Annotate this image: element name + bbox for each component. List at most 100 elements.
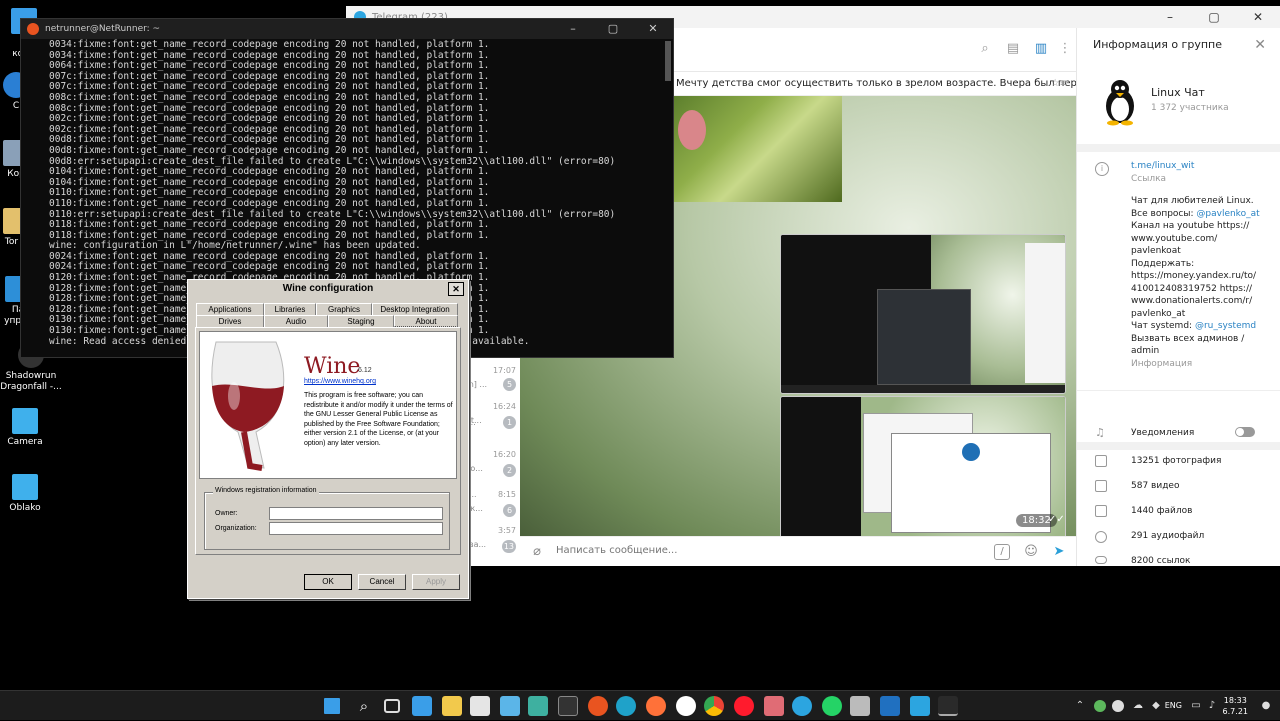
screenshot-thumbnail[interactable] xyxy=(780,396,1066,556)
unread-badge: 5 xyxy=(503,378,516,391)
ok-button[interactable]: OK xyxy=(304,574,352,590)
terminal-line: 00d8:fixme:font:get_name_record_codepage… xyxy=(49,144,490,156)
attach-icon[interactable]: ⌀ xyxy=(528,543,546,561)
tab-applications[interactable]: Applications xyxy=(196,303,264,315)
ubuntu-icon[interactable] xyxy=(588,696,608,716)
notifications-icon[interactable]: ● xyxy=(1260,700,1272,712)
search-icon[interactable]: ⌕ xyxy=(354,696,374,716)
tab-drives[interactable]: Drives xyxy=(196,315,264,327)
command-icon[interactable]: / xyxy=(994,544,1010,560)
desktop-icon-camera[interactable]: Camera xyxy=(0,408,55,448)
cancel-button[interactable]: Cancel xyxy=(358,574,406,590)
wine-glass-logo-icon xyxy=(211,341,285,471)
chrome-icon[interactable] xyxy=(704,696,724,716)
desktop-icon-oblako[interactable]: Oblako xyxy=(0,474,55,514)
mention-link[interactable]: @pavlenko_at xyxy=(1196,209,1259,219)
terminal-scrollbar[interactable] xyxy=(665,41,671,81)
unread-badge: 13 xyxy=(501,540,516,553)
avatar[interactable] xyxy=(1095,76,1145,126)
tab-libraries[interactable]: Libraries xyxy=(264,303,316,315)
notifications-toggle[interactable] xyxy=(1235,427,1255,437)
more-icon[interactable]: ⋮ xyxy=(1056,40,1074,58)
minimize-icon[interactable]: – xyxy=(1148,6,1192,28)
app-tray-icon[interactable] xyxy=(1094,700,1106,712)
group-link[interactable]: t.me/linux_wit xyxy=(1131,160,1271,173)
media-videos[interactable]: 587 видео xyxy=(1131,481,1179,491)
media-audio[interactable]: 291 аудиофайл xyxy=(1131,531,1204,541)
task-view-icon[interactable] xyxy=(384,699,400,713)
owner-field[interactable] xyxy=(269,507,443,520)
store-icon[interactable] xyxy=(470,696,490,716)
minimize-icon[interactable]: – xyxy=(553,19,593,39)
tab-desktop-integration[interactable]: Desktop Integration xyxy=(372,303,458,315)
language-indicator[interactable]: ENG xyxy=(1165,701,1182,710)
emoji-icon[interactable]: ☺ xyxy=(1022,543,1040,561)
chat-time: 17:07 xyxy=(492,366,516,375)
mention-link[interactable]: @ru_systemd xyxy=(1195,321,1256,331)
app-icon[interactable] xyxy=(764,696,784,716)
file-explorer-icon[interactable] xyxy=(442,696,462,716)
shield-icon[interactable]: ◆ xyxy=(1150,700,1162,712)
firefox-icon[interactable] xyxy=(646,696,666,716)
app-icon[interactable] xyxy=(500,696,520,716)
screenshot-thumbnail[interactable] xyxy=(780,234,1066,394)
group-members-count: 1 372 участника xyxy=(1151,103,1229,113)
edge-icon[interactable] xyxy=(616,696,636,716)
telegram-icon[interactable] xyxy=(910,696,930,716)
close-icon[interactable]: ✕ xyxy=(633,19,673,39)
desktop-icon-label: Dragonfall -... xyxy=(0,382,62,392)
telegram-icon[interactable] xyxy=(792,696,812,716)
media-files[interactable]: 1440 файлов xyxy=(1131,506,1192,516)
terminal-window-controls: – ▢ ✕ xyxy=(553,19,673,39)
photo-message[interactable] xyxy=(674,96,842,202)
opera-icon[interactable] xyxy=(734,696,754,716)
bell-icon: ♫ xyxy=(1095,426,1105,439)
organization-field[interactable] xyxy=(269,522,443,535)
chevron-up-icon[interactable]: ⌃ xyxy=(1074,700,1086,712)
tab-about[interactable]: About xyxy=(394,315,458,327)
pinned-message-text: Мечту детства смог осуществить только в … xyxy=(676,78,1076,89)
telegram-window-controls: – ▢ ✕ xyxy=(1148,6,1280,28)
maximize-icon[interactable]: ▢ xyxy=(593,19,633,39)
video-chat-icon[interactable]: ▤ xyxy=(1004,40,1022,58)
close-icon[interactable]: ✕ xyxy=(448,282,464,296)
photo-icon xyxy=(1095,455,1107,467)
cloud-icon[interactable]: ☁ xyxy=(1132,700,1144,712)
tool-icon[interactable] xyxy=(850,696,870,716)
tab-audio[interactable]: Audio xyxy=(264,315,328,327)
puzzle-icon[interactable] xyxy=(528,696,548,716)
maximize-icon[interactable]: ▢ xyxy=(1192,6,1236,28)
license-text: This program is free software; you can r… xyxy=(304,392,453,447)
aida64-icon[interactable] xyxy=(880,696,900,716)
close-icon[interactable]: ✕ xyxy=(1254,28,1266,62)
terminal-icon[interactable] xyxy=(558,696,578,716)
clock-date: 6.7.21 xyxy=(1222,707,1248,716)
clock[interactable]: 18:33 6.7.21 xyxy=(1223,695,1248,717)
winehq-link[interactable]: https://www.winehq.org xyxy=(304,378,376,385)
send-icon[interactable]: ➤ xyxy=(1050,543,1068,561)
terminal-titlebar[interactable]: netrunner@NetRunner: ~ – ▢ ✕ xyxy=(21,19,673,39)
pin-list-icon[interactable]: ☆≡ xyxy=(1051,72,1068,95)
close-icon[interactable]: ✕ xyxy=(1236,6,1280,28)
organization-label: Organization: xyxy=(215,525,257,532)
app-tray-icon[interactable] xyxy=(1112,700,1124,712)
search-icon[interactable]: ⌕ xyxy=(976,40,994,58)
whatsapp-icon[interactable] xyxy=(822,696,842,716)
volume-icon[interactable]: ♪ xyxy=(1206,700,1218,712)
media-photos[interactable]: 13251 фотография xyxy=(1131,456,1221,466)
window-icon[interactable] xyxy=(938,696,958,716)
sidebar-toggle-icon[interactable]: ▥ xyxy=(1032,40,1050,58)
wine-dialog-titlebar[interactable]: Wine configuration ✕ xyxy=(188,280,468,298)
tab-staging[interactable]: Staging xyxy=(328,315,394,327)
wine-config-dialog: Wine configuration ✕ Applications Librar… xyxy=(187,279,469,599)
start-icon[interactable] xyxy=(324,698,340,714)
message-input[interactable] xyxy=(556,545,856,556)
notifications-label: Уведомления xyxy=(1131,428,1195,438)
media-links[interactable]: 8200 ссылок xyxy=(1131,556,1190,566)
network-icon[interactable]: ▭ xyxy=(1190,700,1202,712)
widgets-icon[interactable] xyxy=(412,696,432,716)
apply-button[interactable]: Apply xyxy=(412,574,460,590)
tab-graphics[interactable]: Graphics xyxy=(316,303,372,315)
file-icon xyxy=(1095,505,1107,517)
yandex-icon[interactable] xyxy=(676,696,696,716)
